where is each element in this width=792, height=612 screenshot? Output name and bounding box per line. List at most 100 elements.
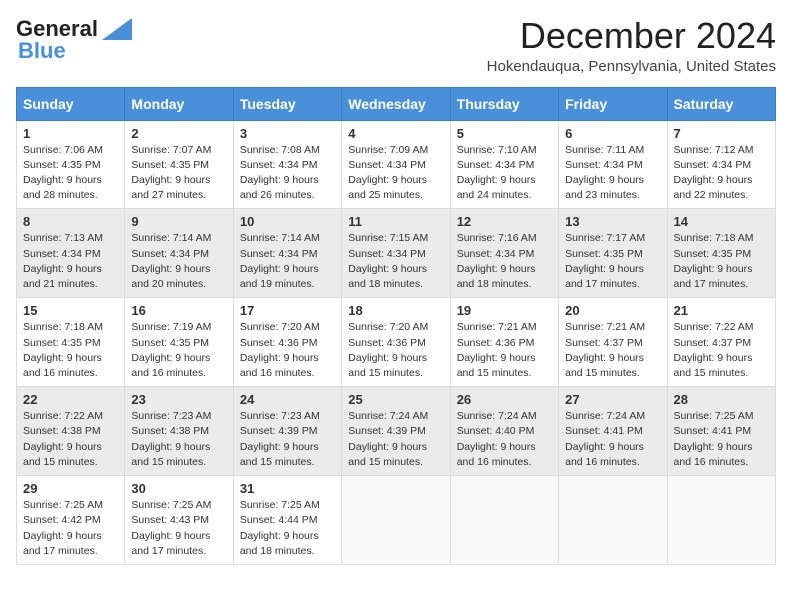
calendar-header-row: SundayMondayTuesdayWednesdayThursdayFrid…: [17, 87, 776, 120]
calendar-cell: [667, 476, 775, 565]
col-header-tuesday: Tuesday: [233, 87, 341, 120]
day-info: Sunrise: 7:22 AM Sunset: 4:38 PM Dayligh…: [23, 409, 118, 470]
day-number: 12: [457, 214, 552, 229]
day-info: Sunrise: 7:15 AM Sunset: 4:34 PM Dayligh…: [348, 231, 443, 292]
day-info: Sunrise: 7:09 AM Sunset: 4:34 PM Dayligh…: [348, 143, 443, 204]
day-number: 7: [674, 126, 769, 141]
day-number: 3: [240, 126, 335, 141]
day-number: 22: [23, 392, 118, 407]
page-subtitle: Hokendauqua, Pennsylvania, United States: [487, 58, 776, 75]
day-number: 15: [23, 303, 118, 318]
day-info: Sunrise: 7:25 AM Sunset: 4:41 PM Dayligh…: [674, 409, 769, 470]
calendar-cell: 10 Sunrise: 7:14 AM Sunset: 4:34 PM Dayl…: [233, 209, 341, 298]
calendar-cell: 12 Sunrise: 7:16 AM Sunset: 4:34 PM Dayl…: [450, 209, 558, 298]
calendar-cell: 25 Sunrise: 7:24 AM Sunset: 4:39 PM Dayl…: [342, 387, 450, 476]
day-info: Sunrise: 7:16 AM Sunset: 4:34 PM Dayligh…: [457, 231, 552, 292]
calendar-cell: 19 Sunrise: 7:21 AM Sunset: 4:36 PM Dayl…: [450, 298, 558, 387]
page-title: December 2024: [487, 16, 776, 56]
day-number: 29: [23, 481, 118, 496]
day-number: 26: [457, 392, 552, 407]
calendar-table: SundayMondayTuesdayWednesdayThursdayFrid…: [16, 87, 776, 565]
day-info: Sunrise: 7:07 AM Sunset: 4:35 PM Dayligh…: [131, 143, 226, 204]
calendar-cell: 31 Sunrise: 7:25 AM Sunset: 4:44 PM Dayl…: [233, 476, 341, 565]
calendar-cell: 1 Sunrise: 7:06 AM Sunset: 4:35 PM Dayli…: [17, 120, 125, 209]
col-header-saturday: Saturday: [667, 87, 775, 120]
calendar-cell: 23 Sunrise: 7:23 AM Sunset: 4:38 PM Dayl…: [125, 387, 233, 476]
calendar-cell: 11 Sunrise: 7:15 AM Sunset: 4:34 PM Dayl…: [342, 209, 450, 298]
col-header-monday: Monday: [125, 87, 233, 120]
calendar-week-4: 22 Sunrise: 7:22 AM Sunset: 4:38 PM Dayl…: [17, 387, 776, 476]
day-number: 16: [131, 303, 226, 318]
calendar-cell: 14 Sunrise: 7:18 AM Sunset: 4:35 PM Dayl…: [667, 209, 775, 298]
calendar-cell: 29 Sunrise: 7:25 AM Sunset: 4:42 PM Dayl…: [17, 476, 125, 565]
day-info: Sunrise: 7:12 AM Sunset: 4:34 PM Dayligh…: [674, 143, 769, 204]
calendar-cell: 16 Sunrise: 7:19 AM Sunset: 4:35 PM Dayl…: [125, 298, 233, 387]
day-number: 8: [23, 214, 118, 229]
day-info: Sunrise: 7:24 AM Sunset: 4:41 PM Dayligh…: [565, 409, 660, 470]
day-number: 4: [348, 126, 443, 141]
calendar-cell: 7 Sunrise: 7:12 AM Sunset: 4:34 PM Dayli…: [667, 120, 775, 209]
day-info: Sunrise: 7:18 AM Sunset: 4:35 PM Dayligh…: [674, 231, 769, 292]
day-number: 18: [348, 303, 443, 318]
day-info: Sunrise: 7:21 AM Sunset: 4:36 PM Dayligh…: [457, 320, 552, 381]
title-area: December 2024 Hokendauqua, Pennsylvania,…: [487, 16, 776, 75]
col-header-friday: Friday: [559, 87, 667, 120]
day-info: Sunrise: 7:17 AM Sunset: 4:35 PM Dayligh…: [565, 231, 660, 292]
calendar-cell: 15 Sunrise: 7:18 AM Sunset: 4:35 PM Dayl…: [17, 298, 125, 387]
day-number: 20: [565, 303, 660, 318]
day-number: 11: [348, 214, 443, 229]
day-info: Sunrise: 7:21 AM Sunset: 4:37 PM Dayligh…: [565, 320, 660, 381]
day-info: Sunrise: 7:25 AM Sunset: 4:43 PM Dayligh…: [131, 498, 226, 559]
day-info: Sunrise: 7:19 AM Sunset: 4:35 PM Dayligh…: [131, 320, 226, 381]
calendar-cell: 28 Sunrise: 7:25 AM Sunset: 4:41 PM Dayl…: [667, 387, 775, 476]
calendar-cell: [450, 476, 558, 565]
day-number: 2: [131, 126, 226, 141]
calendar-cell: [559, 476, 667, 565]
calendar-cell: 4 Sunrise: 7:09 AM Sunset: 4:34 PM Dayli…: [342, 120, 450, 209]
day-number: 9: [131, 214, 226, 229]
day-info: Sunrise: 7:24 AM Sunset: 4:39 PM Dayligh…: [348, 409, 443, 470]
logo-icon: [102, 18, 132, 40]
day-info: Sunrise: 7:14 AM Sunset: 4:34 PM Dayligh…: [131, 231, 226, 292]
day-info: Sunrise: 7:20 AM Sunset: 4:36 PM Dayligh…: [240, 320, 335, 381]
day-info: Sunrise: 7:23 AM Sunset: 4:39 PM Dayligh…: [240, 409, 335, 470]
calendar-cell: 8 Sunrise: 7:13 AM Sunset: 4:34 PM Dayli…: [17, 209, 125, 298]
day-number: 31: [240, 481, 335, 496]
day-number: 5: [457, 126, 552, 141]
logo: General Blue: [16, 16, 132, 64]
logo-blue: Blue: [18, 38, 66, 64]
day-info: Sunrise: 7:08 AM Sunset: 4:34 PM Dayligh…: [240, 143, 335, 204]
day-number: 24: [240, 392, 335, 407]
day-number: 25: [348, 392, 443, 407]
day-number: 27: [565, 392, 660, 407]
calendar-cell: 20 Sunrise: 7:21 AM Sunset: 4:37 PM Dayl…: [559, 298, 667, 387]
calendar-cell: 13 Sunrise: 7:17 AM Sunset: 4:35 PM Dayl…: [559, 209, 667, 298]
calendar-cell: 18 Sunrise: 7:20 AM Sunset: 4:36 PM Dayl…: [342, 298, 450, 387]
day-number: 14: [674, 214, 769, 229]
day-info: Sunrise: 7:14 AM Sunset: 4:34 PM Dayligh…: [240, 231, 335, 292]
day-info: Sunrise: 7:11 AM Sunset: 4:34 PM Dayligh…: [565, 143, 660, 204]
day-number: 23: [131, 392, 226, 407]
day-number: 19: [457, 303, 552, 318]
day-number: 10: [240, 214, 335, 229]
calendar-week-5: 29 Sunrise: 7:25 AM Sunset: 4:42 PM Dayl…: [17, 476, 776, 565]
day-info: Sunrise: 7:20 AM Sunset: 4:36 PM Dayligh…: [348, 320, 443, 381]
day-info: Sunrise: 7:13 AM Sunset: 4:34 PM Dayligh…: [23, 231, 118, 292]
day-info: Sunrise: 7:23 AM Sunset: 4:38 PM Dayligh…: [131, 409, 226, 470]
day-info: Sunrise: 7:22 AM Sunset: 4:37 PM Dayligh…: [674, 320, 769, 381]
calendar-cell: [342, 476, 450, 565]
day-info: Sunrise: 7:25 AM Sunset: 4:44 PM Dayligh…: [240, 498, 335, 559]
day-number: 13: [565, 214, 660, 229]
calendar-cell: 2 Sunrise: 7:07 AM Sunset: 4:35 PM Dayli…: [125, 120, 233, 209]
day-info: Sunrise: 7:24 AM Sunset: 4:40 PM Dayligh…: [457, 409, 552, 470]
calendar-cell: 21 Sunrise: 7:22 AM Sunset: 4:37 PM Dayl…: [667, 298, 775, 387]
calendar-cell: 26 Sunrise: 7:24 AM Sunset: 4:40 PM Dayl…: [450, 387, 558, 476]
day-number: 1: [23, 126, 118, 141]
calendar-cell: 5 Sunrise: 7:10 AM Sunset: 4:34 PM Dayli…: [450, 120, 558, 209]
calendar-week-2: 8 Sunrise: 7:13 AM Sunset: 4:34 PM Dayli…: [17, 209, 776, 298]
calendar-week-1: 1 Sunrise: 7:06 AM Sunset: 4:35 PM Dayli…: [17, 120, 776, 209]
day-number: 30: [131, 481, 226, 496]
calendar-cell: 27 Sunrise: 7:24 AM Sunset: 4:41 PM Dayl…: [559, 387, 667, 476]
calendar-week-3: 15 Sunrise: 7:18 AM Sunset: 4:35 PM Dayl…: [17, 298, 776, 387]
col-header-thursday: Thursday: [450, 87, 558, 120]
